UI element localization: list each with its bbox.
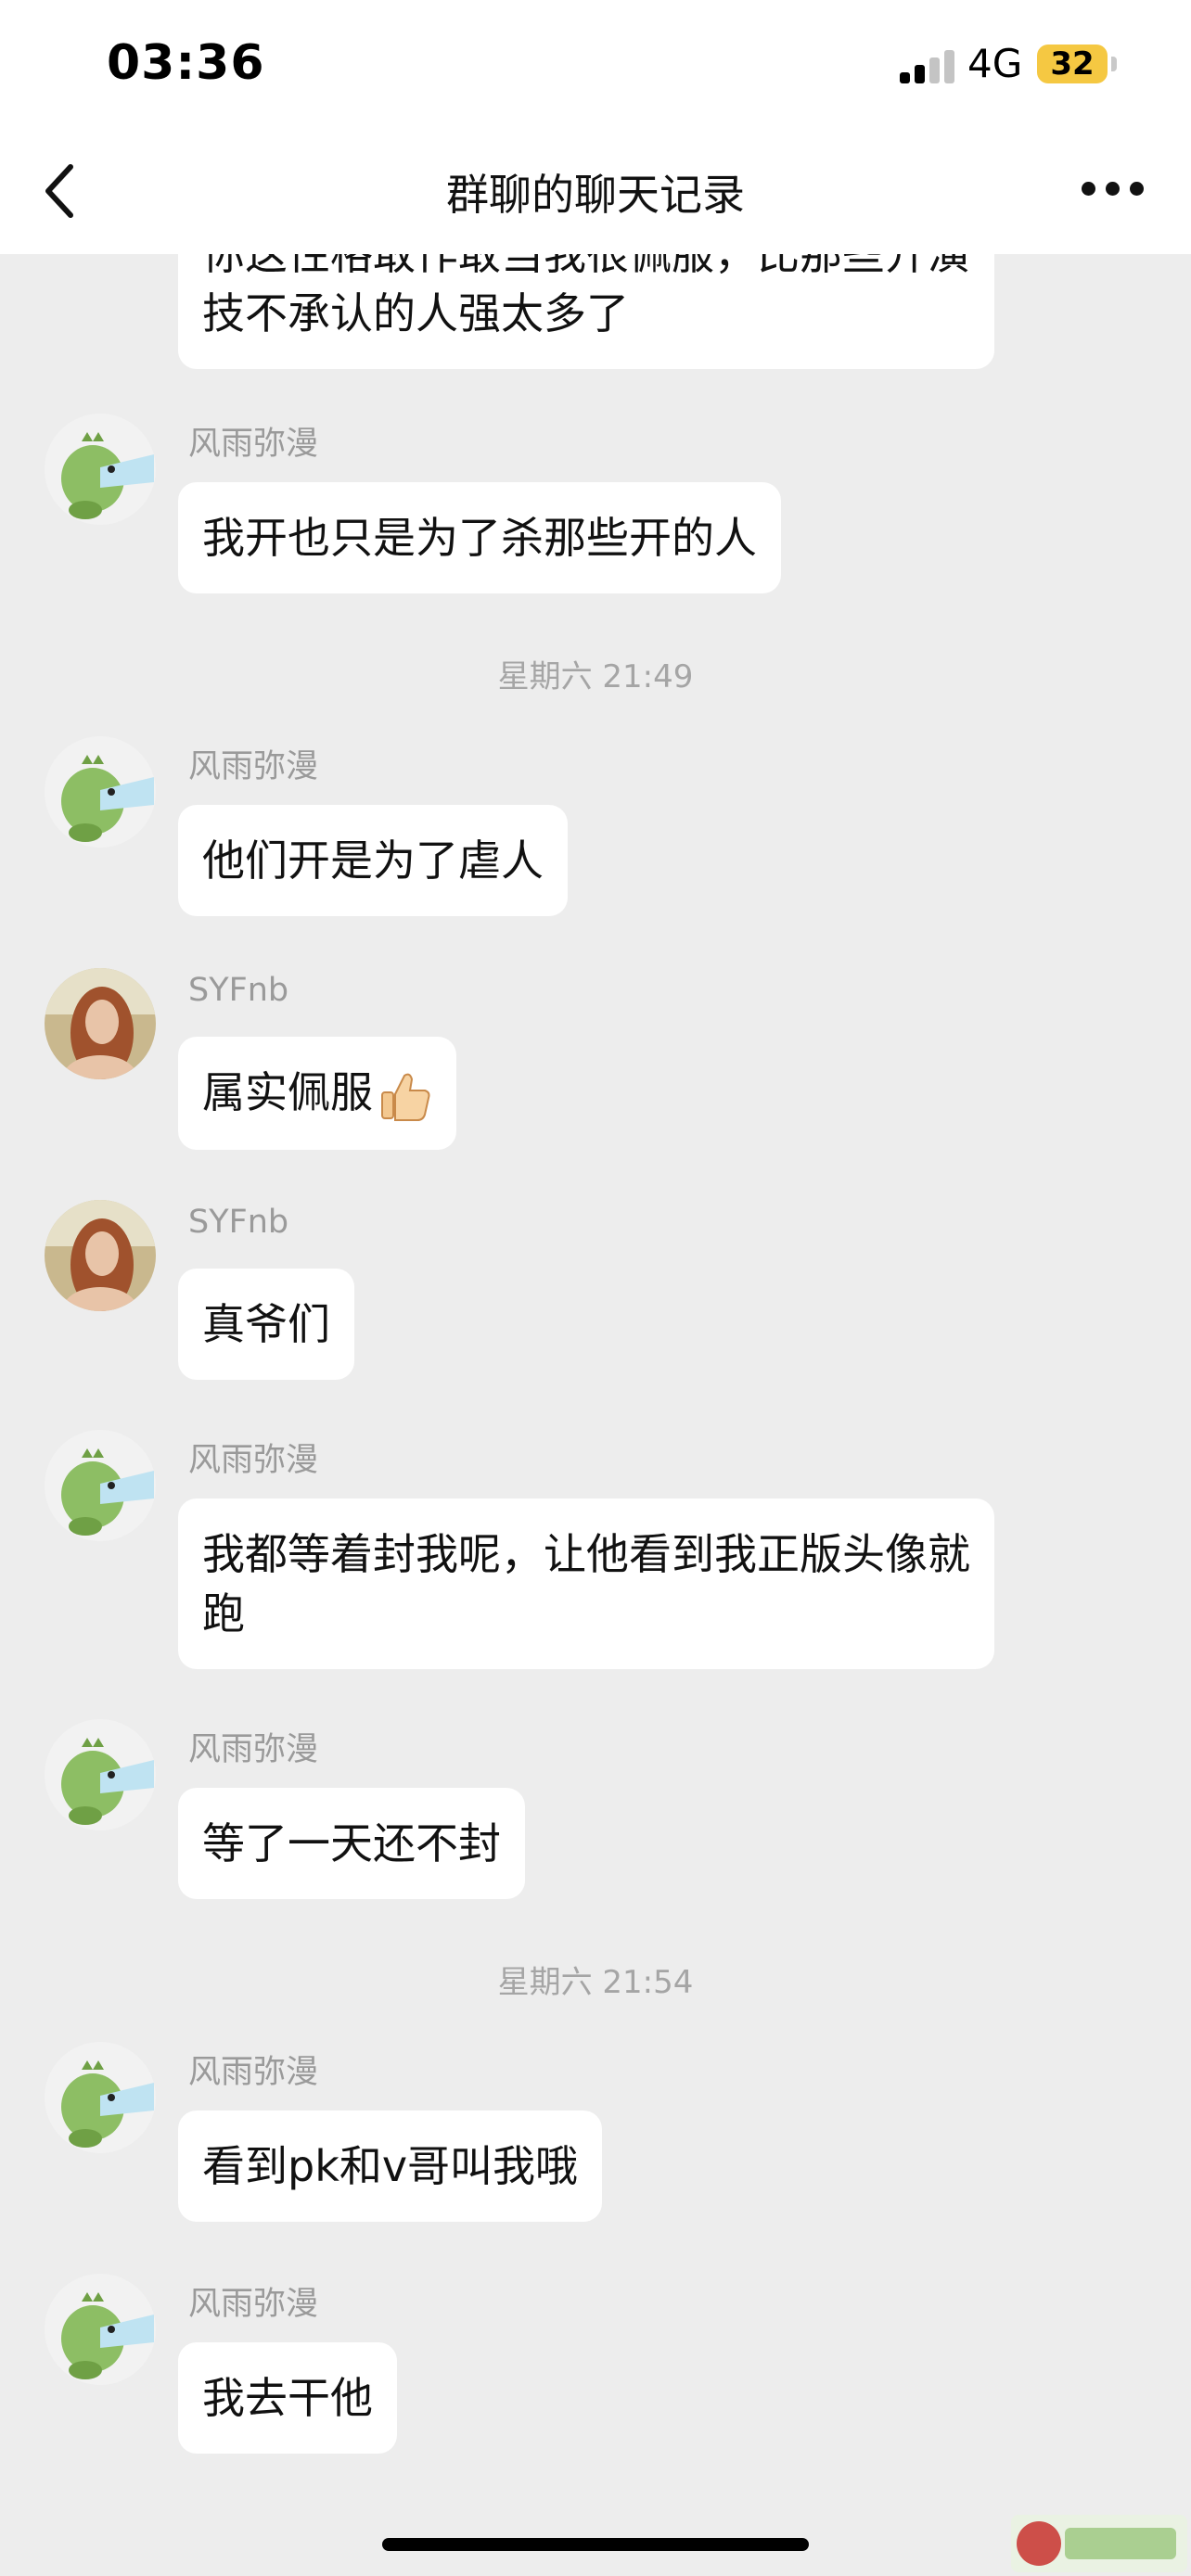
- battery-indicator: 32: [1037, 45, 1108, 83]
- status-bar: 03:36 4G 32: [0, 0, 1191, 130]
- message-text: 他们开是为了虐人: [202, 835, 544, 886]
- avatar[interactable]: [45, 736, 156, 848]
- sender-name: 风雨弥漫: [188, 748, 319, 785]
- message-text: 我去干他: [202, 2373, 373, 2423]
- avatar[interactable]: [45, 414, 156, 525]
- sender-name: 风雨弥漫: [188, 1731, 319, 1768]
- message-bubble[interactable]: 我去干他: [178, 2342, 397, 2454]
- status-time: 03:36: [107, 35, 265, 91]
- message-bubble[interactable]: 属实佩服: [178, 1037, 456, 1150]
- message-text: 真爷们: [202, 1299, 330, 1349]
- watermark-logo-icon: [1011, 2515, 1187, 2572]
- sender-name: 风雨弥漫: [188, 2286, 319, 2323]
- message-bubble[interactable]: 真爷们: [178, 1269, 354, 1380]
- nav-bar: 群聊的聊天记录: [0, 130, 1191, 254]
- sender-name: 风雨弥漫: [188, 2054, 319, 2091]
- dinosaur-avatar-icon: [45, 1719, 156, 1830]
- message-bubble[interactable]: 你这性格敢作敢当我很佩服，比那些开演技不承认的人强太多了: [178, 254, 994, 369]
- battery-tip: [1111, 57, 1117, 71]
- thumbs-up-emoji: [381, 1073, 430, 1121]
- message-bubble[interactable]: 看到pk和v哥叫我哦: [178, 2111, 603, 2222]
- more-dot: [1130, 182, 1144, 196]
- avatar[interactable]: [45, 968, 156, 1079]
- message-text: 你这性格敢作敢当我很佩服，比那些开演技不承认的人强太多了: [202, 254, 970, 338]
- message-bubble[interactable]: 他们开是为了虐人: [178, 805, 568, 916]
- message-bubble[interactable]: 等了一天还不封: [178, 1788, 525, 1899]
- signal-bars-icon: [900, 48, 955, 83]
- more-dot: [1106, 182, 1120, 196]
- message-text: 属实佩服: [202, 1067, 373, 1117]
- message-text: 我都等着封我呢，让他看到我正版头像就跑: [202, 1529, 970, 1639]
- sender-name: SYFnb: [188, 972, 289, 1009]
- sender-name: 风雨弥漫: [188, 426, 319, 463]
- portrait-avatar-icon: [45, 1200, 156, 1311]
- avatar[interactable]: [45, 1719, 156, 1830]
- more-dot: [1082, 182, 1095, 196]
- message-text: 看到pk和v哥叫我哦: [202, 2141, 579, 2191]
- avatar[interactable]: [45, 2274, 156, 2385]
- dinosaur-avatar-icon: [45, 2042, 156, 2153]
- chat-history[interactable]: 你这性格敢作敢当我很佩服，比那些开演技不承认的人强太多了 风雨弥漫 我开也只是为…: [0, 254, 1191, 2576]
- avatar[interactable]: [45, 2042, 156, 2153]
- portrait-avatar-icon: [45, 968, 156, 1079]
- avatar[interactable]: [45, 1430, 156, 1541]
- dinosaur-avatar-icon: [45, 736, 156, 848]
- avatar[interactable]: [45, 1200, 156, 1311]
- home-indicator[interactable]: [382, 2538, 809, 2551]
- dinosaur-avatar-icon: [45, 414, 156, 525]
- dinosaur-avatar-icon: [45, 1430, 156, 1541]
- timestamp: 星期六 21:54: [497, 1964, 694, 2001]
- page-title: 群聊的聊天记录: [446, 170, 745, 220]
- network-label: 4G: [967, 41, 1023, 86]
- message-bubble[interactable]: 我都等着封我呢，让他看到我正版头像就跑: [178, 1498, 994, 1669]
- sender-name: SYFnb: [188, 1204, 289, 1241]
- message-bubble[interactable]: 我开也只是为了杀那些开的人: [178, 482, 781, 593]
- message-text: 等了一天还不封: [202, 1818, 501, 1868]
- sender-name: 风雨弥漫: [188, 1442, 319, 1479]
- timestamp: 星期六 21:49: [497, 658, 694, 695]
- message-text: 我开也只是为了杀那些开的人: [202, 513, 757, 563]
- dinosaur-avatar-icon: [45, 2274, 156, 2385]
- more-button[interactable]: [1076, 171, 1150, 208]
